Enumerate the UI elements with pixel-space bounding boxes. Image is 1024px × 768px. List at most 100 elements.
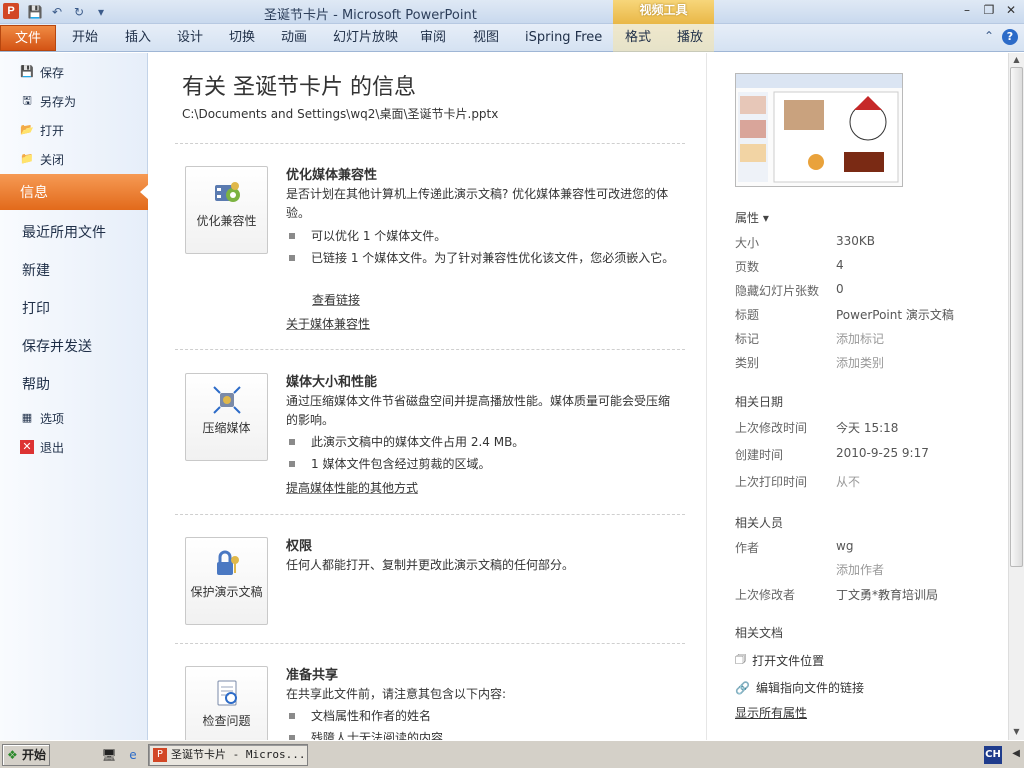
prop-hidden-slides-label: 隐藏幻灯片张数	[735, 284, 820, 298]
tab-format[interactable]: 格式	[625, 28, 651, 48]
open-file-location-link[interactable]: 🗇 打开文件位置	[735, 650, 824, 671]
window-controls: – ❐ ✕	[958, 2, 1020, 18]
taskbar-item-powerpoint[interactable]: P 圣诞节卡片 - Micros...	[148, 744, 308, 766]
nav-save-as[interactable]: 🖫 另存为	[20, 91, 76, 111]
tab-file[interactable]: 文件	[0, 25, 56, 51]
redo-icon[interactable]: ↻	[70, 3, 88, 21]
optimize-compatibility-button[interactable]: 优化兼容性	[185, 166, 268, 254]
nav-new[interactable]: 新建	[22, 260, 50, 280]
prop-category-label: 类别	[735, 356, 760, 370]
nav-save[interactable]: 💾 保存	[20, 62, 64, 82]
check-issues-button[interactable]: 检查问题	[185, 666, 268, 740]
quick-launch: 🖥 e	[100, 746, 142, 764]
section-desc-compatibility: 是否计划在其他计算机上传递此演示文稿? 优化媒体兼容性可改进您的体验。	[286, 187, 669, 220]
tab-playback[interactable]: 播放	[677, 28, 703, 48]
minimize-ribbon-icon[interactable]: ⌃	[984, 29, 994, 45]
desktop-icon[interactable]: 🖥	[100, 746, 118, 764]
list-item: 已链接 1 个媒体文件。为了针对兼容性优化该文件，您必须嵌入它。	[289, 249, 679, 268]
tab-review[interactable]: 审阅	[420, 28, 446, 48]
list-item: 1 媒体文件包含经过剪裁的区域。	[289, 455, 679, 474]
related-people-header: 相关人员	[735, 516, 784, 530]
nav-exit[interactable]: ✕ 退出	[20, 437, 64, 457]
scroll-up-icon[interactable]: ▲	[1009, 53, 1024, 67]
improve-media-performance-link[interactable]: 提高媒体性能的其他方式	[286, 479, 418, 496]
compress-media-icon	[212, 386, 241, 414]
ime-indicator[interactable]: CH	[984, 746, 1002, 764]
restore-icon[interactable]: ❐	[980, 2, 998, 18]
about-media-compatibility-link[interactable]: 关于媒体兼容性	[286, 315, 370, 332]
scroll-thumb[interactable]	[1010, 67, 1023, 567]
help-icon[interactable]: ?	[1002, 29, 1018, 45]
nav-open-label: 打开	[40, 123, 65, 138]
last-modified-by-label: 上次修改者	[735, 588, 796, 602]
nav-help[interactable]: 帮助	[22, 374, 50, 394]
tray-chevron-icon[interactable]: ◀	[1012, 748, 1020, 759]
prop-pages-label: 页数	[735, 260, 760, 274]
file-path: C:\Documents and Settings\wq2\桌面\圣诞节卡片.p…	[182, 107, 499, 121]
page-title: 有关 圣诞节卡片 的信息	[182, 75, 416, 100]
start-button[interactable]: ❖ 开始	[2, 744, 50, 766]
tab-transitions[interactable]: 切换	[229, 28, 255, 48]
nav-exit-label: 退出	[40, 440, 65, 455]
edit-links-link[interactable]: 🔗 编辑指向文件的链接	[735, 679, 864, 696]
nav-open[interactable]: 📂 打开	[20, 120, 64, 140]
window-title: 圣诞节卡片 - Microsoft PowerPoint	[264, 8, 477, 23]
windows-logo-icon: ❖	[7, 748, 18, 762]
compress-media-label: 压缩媒体	[202, 421, 251, 435]
tab-insert[interactable]: 插入	[125, 28, 151, 48]
nav-info-label: 信息	[20, 185, 48, 201]
properties-dropdown[interactable]: 属性 ▾	[735, 209, 769, 226]
scroll-down-icon[interactable]: ▼	[1009, 725, 1024, 739]
list-item: 此演示文稿中的媒体文件占用 2.4 MB。	[289, 433, 679, 452]
start-label: 开始	[21, 748, 46, 762]
active-indicator	[140, 184, 149, 200]
title-bar: P 💾 ↶ ↻ ▾ 圣诞节卡片 - Microsoft PowerPoint 视…	[0, 0, 1024, 24]
ribbon-tabs: 文件 开始 插入 设计 切换 动画 幻灯片放映 审阅 视图 iSpring Fr…	[0, 24, 1024, 52]
compress-media-button[interactable]: 压缩媒体	[185, 373, 268, 461]
section-title-prepare-sharing: 准备共享	[286, 668, 339, 683]
protect-presentation-button[interactable]: 保护演示文稿	[185, 537, 268, 625]
show-all-properties-link[interactable]: 显示所有属性	[735, 704, 807, 721]
nav-recent[interactable]: 最近所用文件	[22, 222, 106, 242]
author-label: 作者	[735, 541, 760, 555]
tab-animations[interactable]: 动画	[281, 28, 307, 48]
tab-ispring[interactable]: iSpring Free	[525, 28, 602, 48]
ie-icon[interactable]: e	[124, 746, 142, 764]
save-icon[interactable]: 💾	[26, 3, 44, 21]
tab-design[interactable]: 设计	[177, 28, 203, 48]
film-gear-icon	[214, 182, 240, 202]
prop-title-value[interactable]: PowerPoint 演示文稿	[836, 306, 954, 323]
author-value[interactable]: wg	[836, 539, 853, 553]
view-links-link[interactable]: 查看链接	[312, 291, 360, 308]
vertical-scrollbar[interactable]: ▲ ▼	[1008, 53, 1024, 740]
add-category-field[interactable]: 添加类别	[836, 354, 884, 371]
close-icon[interactable]: ✕	[1002, 2, 1020, 18]
undo-icon[interactable]: ↶	[48, 3, 66, 21]
save-icon: 💾	[20, 65, 34, 78]
tab-home[interactable]: 开始	[72, 28, 98, 48]
nav-save-send[interactable]: 保存并发送	[22, 336, 92, 356]
add-tags-field[interactable]: 添加标记	[836, 330, 884, 347]
customize-icon[interactable]: ▾	[92, 3, 110, 21]
inspect-document-icon	[217, 680, 237, 706]
created-label: 创建时间	[735, 448, 784, 462]
tab-slideshow[interactable]: 幻灯片放映	[333, 28, 398, 48]
nav-info[interactable]: 信息	[0, 174, 149, 210]
section-desc-permissions: 任何人都能打开、复制并更改此演示文稿的任何部分。	[286, 558, 575, 572]
tab-view[interactable]: 视图	[473, 28, 499, 48]
presentation-thumbnail[interactable]	[735, 73, 903, 187]
powerpoint-icon: P	[153, 748, 167, 762]
add-author-field[interactable]: 添加作者	[836, 561, 884, 578]
minimize-icon[interactable]: –	[958, 2, 976, 18]
open-file-location-label: 打开文件位置	[752, 654, 825, 668]
exit-icon: ✕	[20, 440, 34, 454]
nav-print[interactable]: 打印	[22, 298, 50, 318]
nav-options[interactable]: ▦ 选项	[20, 408, 64, 428]
prop-tags-label: 标记	[735, 332, 760, 346]
powerpoint-app-icon[interactable]: P	[3, 3, 19, 19]
prop-pages-value: 4	[836, 258, 844, 272]
divider	[175, 643, 685, 644]
section-title-compatibility: 优化媒体兼容性	[286, 168, 378, 183]
options-icon: ▦	[21, 411, 33, 424]
nav-close[interactable]: 📁 关闭	[20, 149, 64, 169]
